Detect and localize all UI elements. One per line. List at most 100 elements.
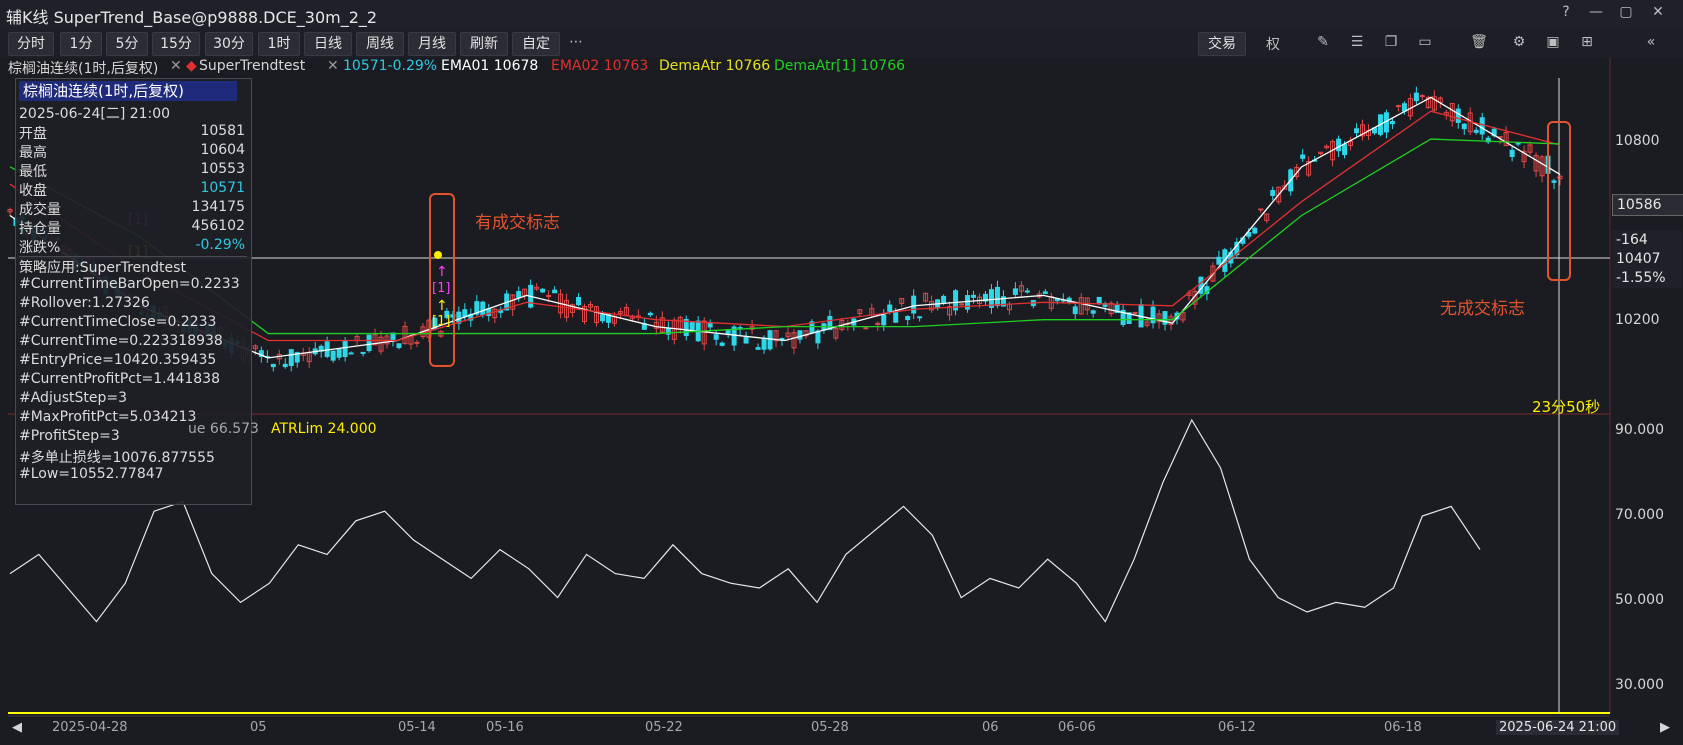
trade-highlight-box	[429, 193, 455, 367]
candle-body	[629, 315, 635, 319]
candle-body	[1150, 306, 1156, 324]
candle-body	[1437, 97, 1443, 103]
date-label: 05-16	[486, 720, 524, 735]
remove-symbol-icon[interactable]: ✕	[170, 58, 182, 74]
minimize-icon[interactable]: —	[1585, 4, 1607, 20]
collapse-icon[interactable]: «	[1640, 34, 1662, 50]
candle-body	[282, 363, 288, 368]
image-icon[interactable]: ▣	[1542, 34, 1564, 50]
candle-body	[420, 326, 426, 337]
period-1h-button[interactable]: 1时	[258, 32, 300, 56]
sliders-icon[interactable]: ☰	[1346, 34, 1368, 50]
rights-icon[interactable]: 权	[1262, 34, 1284, 54]
refresh-button[interactable]: 刷新	[460, 32, 508, 56]
title-bar: 辅K线 SuperTrend_Base@p9888.DCE_30m_2_2 ? …	[0, 0, 1683, 29]
maximize-icon[interactable]: ▢	[1615, 4, 1637, 20]
trade-button[interactable]: 交易	[1198, 32, 1246, 56]
candle-body	[1264, 213, 1270, 221]
no-trade-highlight-box	[1547, 121, 1571, 281]
candle-body	[582, 306, 588, 322]
candle-body	[486, 308, 492, 316]
candle-body	[1282, 185, 1288, 190]
candle-body	[306, 352, 312, 363]
date-label: 06-12	[1218, 720, 1256, 735]
help-icon[interactable]: ?	[1555, 4, 1577, 20]
candle-body	[540, 288, 546, 293]
candle-body	[1557, 175, 1563, 180]
candle-body	[1336, 138, 1342, 152]
candle-body	[534, 286, 540, 290]
candle-body	[1330, 141, 1336, 161]
candle-body	[1234, 241, 1240, 256]
candle-body	[971, 294, 977, 298]
candle-body	[1324, 145, 1330, 149]
candle-body	[833, 327, 839, 339]
candle-body	[1503, 132, 1509, 147]
candle-body	[1449, 102, 1455, 122]
candle-body	[1371, 127, 1377, 134]
candle-body	[887, 304, 893, 312]
candle-body	[1018, 285, 1024, 292]
scroll-left-icon[interactable]: ◀	[12, 720, 22, 735]
candle-body	[611, 315, 617, 324]
candle-body	[1300, 154, 1306, 159]
custom-button[interactable]: 自定	[512, 32, 560, 56]
candle-body	[1048, 296, 1054, 309]
candle-body	[480, 301, 486, 316]
candle-body	[1491, 128, 1497, 137]
candle-body	[1485, 137, 1491, 143]
candle-body	[552, 289, 558, 294]
signal-label-magenta: [1]	[432, 281, 450, 296]
row-open: 开盘 10581	[19, 123, 245, 142]
candle-body	[671, 319, 677, 340]
scroll-right-icon[interactable]: ▶	[1660, 720, 1670, 735]
period-week-button[interactable]: 周线	[356, 32, 404, 56]
trash-icon[interactable]: 🗑	[1468, 34, 1490, 50]
candle-body	[1354, 128, 1360, 134]
candle-body	[647, 312, 653, 316]
sub-axis-label: 30.000	[1615, 677, 1664, 693]
candle-body	[707, 322, 713, 328]
period-30m-button[interactable]: 30分	[205, 32, 253, 56]
strategy-line: #EntryPrice=10420.359435	[19, 352, 217, 368]
date-label: 05-28	[811, 720, 849, 735]
candle-body	[1539, 156, 1545, 177]
period-day-button[interactable]: 日线	[304, 32, 352, 56]
remove-strategy-icon[interactable]: ✕	[327, 58, 339, 74]
candle-body	[1210, 265, 1216, 282]
candle-body	[378, 336, 384, 352]
date-label: 05-22	[645, 720, 683, 735]
row-change-pct: 涨跌% -0.29%	[19, 237, 245, 256]
period-1m-button[interactable]: 1分	[60, 32, 102, 56]
pin-icon[interactable]: ⊞	[1576, 34, 1598, 50]
candle-body	[300, 352, 306, 356]
copy-icon[interactable]: ❐	[1380, 34, 1402, 50]
chart-area[interactable]: ↑ ↑ [1] [1] [1] [1]	[0, 0, 1683, 745]
signal-arrow-magenta: ↑	[436, 264, 448, 280]
period-tick-button[interactable]: 分时	[8, 32, 54, 56]
period-month-button[interactable]: 月线	[408, 32, 456, 56]
candle-body	[1162, 311, 1168, 325]
more-icon[interactable]: ⋯	[565, 34, 587, 50]
gear-icon[interactable]: ⚙	[1508, 34, 1530, 50]
candle-body	[276, 354, 282, 360]
candle-body	[731, 326, 737, 346]
candle-body	[941, 295, 947, 304]
period-5m-button[interactable]: 5分	[106, 32, 148, 56]
data-window: 棕榈油连续(1时,后复权) 2025-06-24[二] 21:00 开盘 1058…	[15, 78, 252, 505]
candle-body	[252, 345, 258, 350]
pen-icon[interactable]: ✎	[1312, 34, 1334, 50]
candle-body	[1401, 103, 1407, 112]
date-label: 06-06	[1058, 720, 1096, 735]
candle-body	[528, 284, 534, 308]
window-icon[interactable]: ▭	[1414, 34, 1436, 50]
candle-body	[324, 341, 330, 357]
legend-symbol: 棕榈油连续(1时,后复权)	[8, 61, 159, 77]
candle-body	[462, 309, 468, 318]
candle-body	[659, 317, 665, 333]
candle-body	[444, 310, 450, 319]
close-icon[interactable]: ✕	[1647, 4, 1669, 20]
candle-body	[791, 332, 797, 349]
period-15m-button[interactable]: 15分	[152, 32, 200, 56]
date-label: 06	[982, 720, 999, 735]
